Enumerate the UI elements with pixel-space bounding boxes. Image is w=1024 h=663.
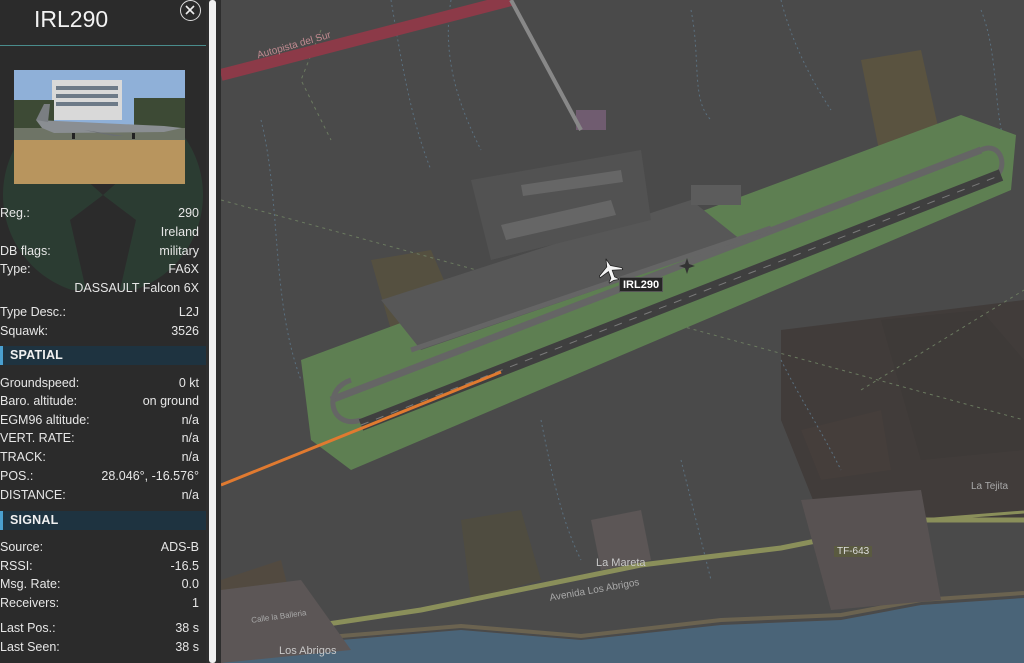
map-label-tf643: TF-643 <box>834 546 873 557</box>
baro-label: Baro. altitude: <box>0 394 78 408</box>
rssi-row: RSSI: -16.5 <box>0 559 206 577</box>
rssi-label: RSSI: <box>0 559 33 573</box>
section-signal[interactable]: SIGNAL <box>0 511 206 530</box>
groundspeed-value: 0 kt <box>178 376 199 390</box>
lastpos-row: Last Pos.: 38 s <box>0 621 206 639</box>
type-value: FA6X <box>168 262 199 276</box>
map-label-los-abrigos: Los Abrigos <box>279 645 337 657</box>
distance-row: DISTANCE: n/a <box>0 488 206 506</box>
section-spatial-title: SPATIAL <box>10 348 64 362</box>
type-label: Type: <box>0 262 31 276</box>
squawk-row: Squawk: 3526 <box>0 324 206 342</box>
lastseen-label: Last Seen: <box>0 640 60 654</box>
lastseen-row: Last Seen: 38 s <box>0 640 206 658</box>
aircraft-info-panel: IRL290 Reg.: 290 Ireland DB flags: milit… <box>0 0 206 663</box>
lastseen-value: 38 s <box>175 640 199 654</box>
type-full-row: DASSAULT Falcon 6X <box>0 281 206 299</box>
msgrate-value: 0.0 <box>181 577 199 591</box>
receivers-value: 1 <box>192 596 199 610</box>
close-button[interactable] <box>180 0 201 21</box>
lastpos-value: 38 s <box>175 621 199 635</box>
map-label-la-tejita: La Tejita <box>971 481 1009 492</box>
egm-label: EGM96 altitude: <box>0 413 90 427</box>
map-label-la-mareta: La Mareta <box>596 557 646 569</box>
typedesc-label: Type Desc.: <box>0 305 66 319</box>
egm-value: n/a <box>181 413 199 427</box>
pos-value: 28.046°, -16.576° <box>101 469 199 483</box>
aircraft-photo[interactable] <box>14 70 185 184</box>
squawk-value: 3526 <box>171 324 199 338</box>
receivers-label: Receivers: <box>0 596 60 610</box>
dbflags-value: military <box>159 244 199 258</box>
reg-value: 290 <box>178 206 199 220</box>
section-signal-title: SIGNAL <box>10 513 59 527</box>
groundspeed-label: Groundspeed: <box>0 376 80 390</box>
distance-value: n/a <box>181 488 199 502</box>
map-view[interactable]: IRL290 Autopista del Sur La Mareta Los A… <box>221 0 1024 663</box>
msgrate-label: Msg. Rate: <box>0 577 61 591</box>
typedesc-row: Type Desc.: L2J <box>0 305 206 323</box>
reg-label: Reg.: <box>0 206 30 220</box>
receivers-row: Receivers: 1 <box>0 596 206 614</box>
aircraft-map-label[interactable]: IRL290 <box>619 277 664 292</box>
panel-header: IRL290 <box>0 0 206 46</box>
type-row: Type: FA6X <box>0 262 206 280</box>
typedesc-value: L2J <box>178 305 199 319</box>
source-value: ADS-B <box>160 540 199 554</box>
dbflags-label: DB flags: <box>0 244 51 258</box>
track-row: TRACK: n/a <box>0 450 206 468</box>
track-label: TRACK: <box>0 450 46 464</box>
close-icon <box>185 5 195 15</box>
source-label: Source: <box>0 540 44 554</box>
rssi-value: -16.5 <box>170 559 200 573</box>
country-value: Ireland <box>160 225 199 239</box>
panel-scrollbar[interactable] <box>209 0 216 663</box>
section-spatial[interactable]: SPATIAL <box>0 346 206 365</box>
vrate-value: n/a <box>181 431 199 445</box>
distance-label: DISTANCE: <box>0 488 66 502</box>
msgrate-row: Msg. Rate: 0.0 <box>0 577 206 595</box>
groundspeed-row: Groundspeed: 0 kt <box>0 376 206 394</box>
track-value: n/a <box>181 450 199 464</box>
pos-row: POS.: 28.046°, -16.576° <box>0 469 206 487</box>
country-row: Ireland <box>0 225 206 243</box>
baro-row: Baro. altitude: on ground <box>0 394 206 412</box>
pos-label: POS.: <box>0 469 34 483</box>
type-full-value: DASSAULT Falcon 6X <box>74 281 199 295</box>
dbflags-row: DB flags: military <box>0 244 206 262</box>
lastpos-label: Last Pos.: <box>0 621 56 635</box>
callsign-title: IRL290 <box>34 6 109 32</box>
panel-resize-handle[interactable] <box>206 0 221 663</box>
reg-row: Reg.: 290 <box>0 206 206 224</box>
vrate-row: VERT. RATE: n/a <box>0 431 206 449</box>
baro-value: on ground <box>142 394 199 408</box>
vrate-label: VERT. RATE: <box>0 431 75 445</box>
squawk-label: Squawk: <box>0 324 48 338</box>
egm-row: EGM96 altitude: n/a <box>0 413 206 431</box>
source-row: Source: ADS-B <box>0 540 206 558</box>
